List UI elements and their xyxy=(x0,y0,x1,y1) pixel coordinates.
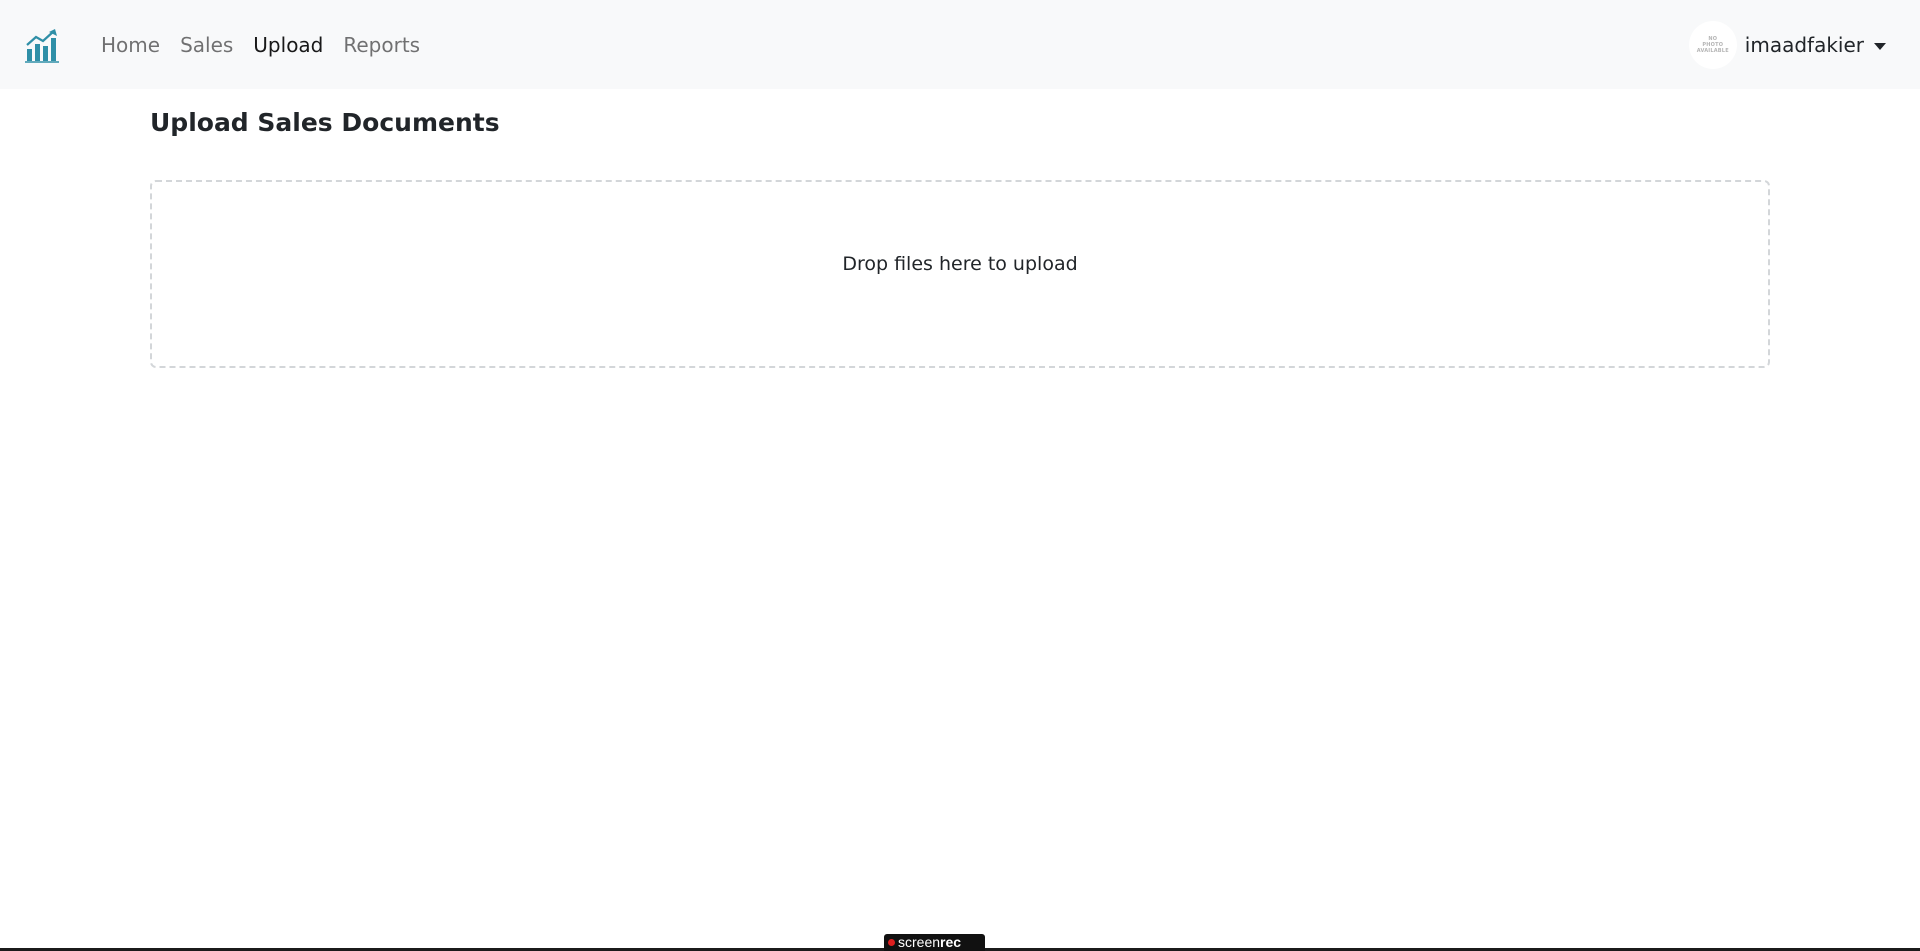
user-menu-dropdown[interactable]: NO PHOTO AVAILABLE imaadfakier xyxy=(1688,21,1886,69)
file-dropzone[interactable]: Drop files here to upload xyxy=(150,180,1770,368)
record-dot-icon xyxy=(888,939,895,946)
nav-link-home[interactable]: Home xyxy=(101,33,160,57)
avatar-text-line: AVAILABLE xyxy=(1696,48,1729,54)
navbar: Home Sales Upload Reports NO PHOTO AVAIL… xyxy=(0,0,1920,89)
nav-links: Home Sales Upload Reports xyxy=(101,0,420,89)
username: imaadfakier xyxy=(1744,33,1864,57)
bar-chart-growth-icon xyxy=(25,29,59,63)
nav-link-upload[interactable]: Upload xyxy=(253,33,323,57)
avatar: NO PHOTO AVAILABLE xyxy=(1688,21,1737,69)
screenrec-watermark: screen rec xyxy=(884,934,985,951)
page-title: Upload Sales Documents xyxy=(150,108,500,137)
caret-down-icon xyxy=(1874,42,1886,50)
dropzone-message: Drop files here to upload xyxy=(842,253,1078,275)
brand-logo[interactable] xyxy=(24,28,60,64)
nav-link-reports[interactable]: Reports xyxy=(343,33,420,57)
watermark-text: screen xyxy=(898,934,941,950)
nav-link-sales[interactable]: Sales xyxy=(180,33,233,57)
watermark-text-bold: rec xyxy=(940,934,962,950)
